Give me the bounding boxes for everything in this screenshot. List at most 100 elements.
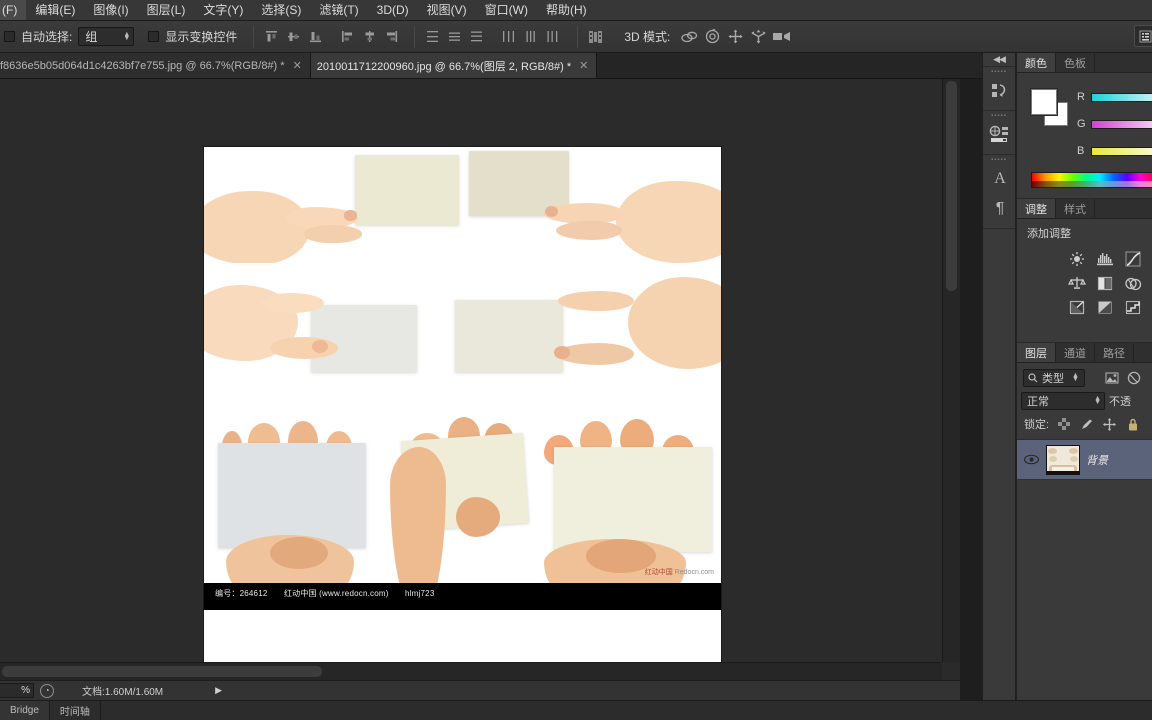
menu-item-file[interactable]: (F) (0, 0, 27, 20)
scrollbar-thumb[interactable] (946, 81, 957, 291)
filter-pixel-icon[interactable] (1103, 370, 1120, 387)
tab-swatches[interactable]: 色板 (1056, 53, 1095, 72)
tab-channels[interactable]: 通道 (1056, 343, 1095, 362)
auto-align-layers-icon[interactable] (584, 26, 606, 48)
align-right-edges-icon[interactable] (380, 26, 402, 48)
foreground-color-swatch[interactable] (1031, 89, 1057, 115)
close-icon[interactable]: ✕ (293, 59, 302, 72)
collapse-panels-button[interactable]: ◀◀ (983, 53, 1015, 67)
layer-thumbnail[interactable] (1046, 444, 1080, 475)
workspace-switcher-icon[interactable] (1134, 25, 1152, 47)
scrollbar-thumb[interactable] (2, 666, 322, 677)
align-top-edges-icon[interactable] (260, 26, 282, 48)
panel-grip[interactable]: ▪▪▪▪▪ (983, 111, 1015, 120)
fingernail (312, 340, 328, 353)
distribute-vertical-centers-icon[interactable] (443, 26, 465, 48)
canvas-viewport[interactable]: 红动中国 Redocn.com 编号：264612 红动中国 (www.redo… (0, 79, 942, 680)
distribute-left-edges-icon[interactable] (497, 26, 519, 48)
tab-adjustments[interactable]: 调整 (1017, 199, 1056, 218)
menu-item-edit[interactable]: 编辑(E) (26, 0, 84, 20)
black-white-icon[interactable] (1121, 273, 1145, 293)
color-swatches[interactable] (1031, 89, 1069, 127)
distribute-horizontal-centers-icon[interactable] (519, 26, 541, 48)
proof-colors-icon[interactable]: ◔ (40, 683, 54, 698)
tab-styles[interactable]: 样式 (1056, 199, 1095, 218)
channel-label-g: G (1077, 118, 1086, 130)
panel-grip[interactable]: ▪▪▪▪▪ (983, 67, 1015, 76)
scale-3d-object-icon[interactable] (770, 26, 793, 48)
lock-transparent-pixels-icon[interactable] (1055, 416, 1072, 433)
history-panel-icon[interactable] (983, 76, 1017, 106)
business-card (218, 443, 366, 548)
photo-band (204, 263, 721, 287)
menu-item-window[interactable]: 窗口(W) (476, 0, 537, 20)
color-balance-icon[interactable] (1093, 273, 1117, 293)
tab-color[interactable]: 颜色 (1017, 53, 1056, 72)
align-bottom-edges-icon[interactable] (304, 26, 326, 48)
zoom-level-field[interactable]: % (0, 683, 34, 698)
distribute-top-edges-icon[interactable] (421, 26, 443, 48)
menu-item-layer[interactable]: 图层(L) (138, 0, 195, 20)
lock-image-pixels-icon[interactable] (1078, 416, 1095, 433)
curves-icon[interactable] (1121, 249, 1145, 269)
paragraph-panel-icon[interactable]: ¶ (983, 194, 1017, 224)
color-slider-r[interactable]: R (1077, 91, 1152, 103)
menu-item-help[interactable]: 帮助(H) (537, 0, 596, 20)
mini-bridge-panel-icon[interactable] (983, 120, 1017, 150)
chevron-updown-icon: ▲ ▼ (123, 30, 131, 42)
canvas-vertical-scrollbar[interactable] (942, 79, 960, 662)
table-row[interactable]: 背景 (1017, 440, 1152, 480)
hue-saturation-icon[interactable] (1065, 273, 1089, 293)
menu-item-type[interactable]: 文字(Y) (194, 0, 252, 20)
document-tab[interactable]: f8636e5b05d064d1c4263bf7e755.jpg @ 66.7%… (0, 53, 311, 78)
character-panel-icon[interactable]: A (983, 164, 1017, 194)
menu-item-view[interactable]: 视图(V) (418, 0, 476, 20)
levels-icon[interactable] (1093, 249, 1117, 269)
color-slider-b[interactable]: B (1077, 145, 1152, 157)
brightness-contrast-icon[interactable] (1065, 249, 1089, 269)
canvas-area[interactable]: 红动中国 Redocn.com 编号：264612 红动中国 (www.redo… (0, 79, 960, 680)
menu-item-image[interactable]: 图像(I) (84, 0, 137, 20)
lock-position-icon[interactable] (1101, 416, 1118, 433)
slider-track-r[interactable] (1091, 92, 1152, 102)
tab-layers[interactable]: 图层 (1017, 343, 1056, 362)
filter-adjustment-icon[interactable] (1125, 370, 1142, 387)
color-slider-g[interactable]: G (1077, 118, 1152, 130)
slider-track-b[interactable] (1091, 146, 1152, 156)
roll-3d-object-icon[interactable] (701, 26, 724, 48)
menu-item-filter[interactable]: 滤镜(T) (310, 0, 367, 20)
right-panel-dock: 颜色 色板 R G B 调整 样式 添加调整 图层 通道 路径 类型 ▲ ▼ 正… (1016, 53, 1152, 700)
status-expand-arrow[interactable]: ▶ (215, 685, 222, 696)
eye-icon[interactable] (1023, 451, 1040, 468)
invert-icon[interactable] (1093, 297, 1117, 317)
channel-mixer-icon[interactable] (1065, 297, 1089, 317)
distribute-bottom-edges-icon[interactable] (465, 26, 487, 48)
posterize-icon[interactable] (1121, 297, 1145, 317)
slide-3d-object-icon[interactable] (747, 26, 770, 48)
align-vertical-centers-icon[interactable] (282, 26, 304, 48)
close-icon[interactable]: ✕ (579, 59, 588, 72)
menu-item-select[interactable]: 选择(S) (252, 0, 310, 20)
color-spectrum-ramp[interactable] (1031, 172, 1152, 188)
dock-tab-bridge[interactable]: Bridge (0, 701, 50, 720)
auto-select-checkbox[interactable] (4, 31, 15, 42)
document-tab[interactable]: 2010011712200960.jpg @ 66.7%(图层 2, RGB/8… (310, 53, 598, 78)
align-horizontal-centers-icon[interactable] (358, 26, 380, 48)
canvas-horizontal-scrollbar[interactable] (0, 662, 942, 680)
distribute-right-edges-icon[interactable] (541, 26, 563, 48)
layer-filter-type-dropdown[interactable]: 类型 ▲ ▼ (1023, 369, 1085, 387)
channel-label-b: B (1077, 145, 1085, 157)
blend-mode-dropdown[interactable]: 正常 ▲ ▼ (1021, 392, 1105, 410)
pan-3d-object-icon[interactable] (724, 26, 747, 48)
auto-select-dropdown[interactable]: 组 ▲ ▼ (78, 27, 135, 46)
show-transform-controls-checkbox[interactable] (148, 31, 160, 42)
dock-tab-timeline[interactable]: 时间轴 (49, 701, 101, 720)
menu-item-3d[interactable]: 3D(D) (368, 0, 418, 20)
document-image[interactable]: 红动中国 Redocn.com 编号：264612 红动中国 (www.redo… (204, 147, 721, 680)
tab-paths[interactable]: 路径 (1095, 343, 1134, 362)
rotate-3d-object-icon[interactable] (678, 26, 701, 48)
align-left-edges-icon[interactable] (336, 26, 358, 48)
slider-track-g[interactable] (1091, 119, 1152, 129)
panel-grip[interactable]: ▪▪▪▪▪ (983, 155, 1015, 164)
lock-all-icon[interactable] (1124, 416, 1141, 433)
